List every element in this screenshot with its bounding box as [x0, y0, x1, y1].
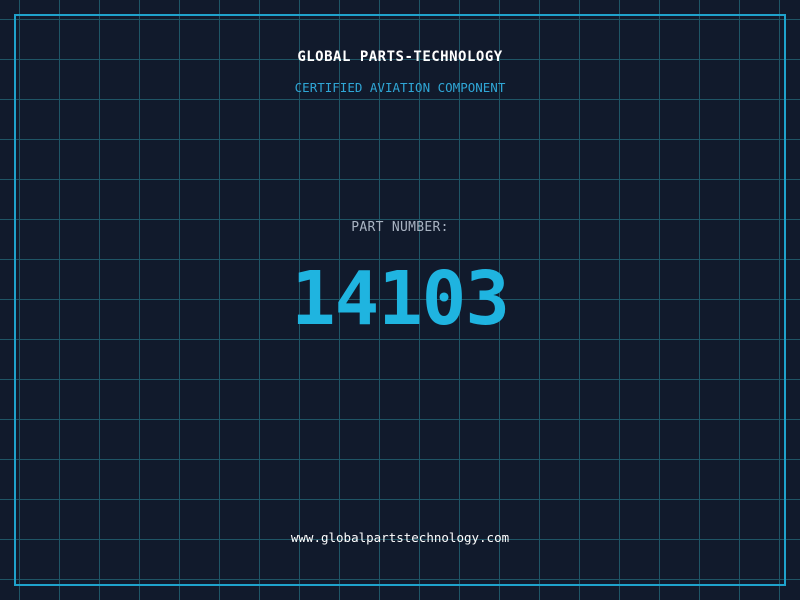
website-url: www.globalpartstechnology.com [290, 530, 510, 545]
tagline: CERTIFIED AVIATION COMPONENT [294, 80, 506, 95]
company-name: GLOBAL PARTS-TECHNOLOGY [297, 49, 503, 65]
part-number-label: PART NUMBER: [351, 220, 449, 235]
part-number-value: 14103 [291, 256, 510, 342]
